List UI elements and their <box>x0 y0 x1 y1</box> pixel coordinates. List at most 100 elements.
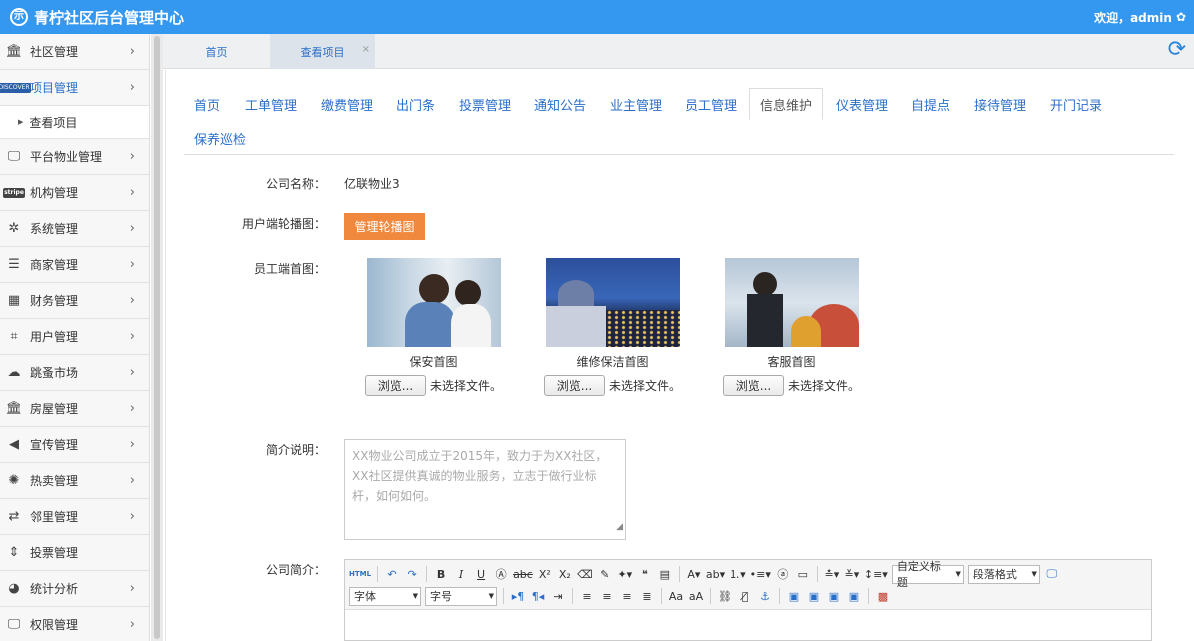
subnav-tab[interactable]: 开门记录 <box>1050 88 1102 120</box>
image-right-icon[interactable]: ▣ <box>806 587 822 605</box>
sidebar-item[interactable]: 🖵 权限管理 › <box>0 607 149 641</box>
underline-icon[interactable]: U <box>473 565 489 583</box>
line-height-icon[interactable]: ↕≡▾ <box>864 565 888 583</box>
link-icon[interactable]: ⛓ <box>717 587 733 605</box>
subnav-tab[interactable]: 自提点 <box>911 88 950 120</box>
clear-doc-icon[interactable]: ▭ <box>795 565 811 583</box>
file-picker: 浏览... 未选择文件。 <box>709 375 874 396</box>
paragraph-format-select[interactable]: 段落格式 ▼ <box>967 564 1040 584</box>
scrollbar-thumb[interactable] <box>154 36 160 639</box>
editor-toolbar: HTML ↶ ↷ B I U Ⓐ abc X² X₂ ⌫ ✎ ✦▾ ❝ ▤ A▾… <box>345 560 1151 610</box>
browse-button[interactable]: 浏览... <box>364 375 426 396</box>
sidebar-item[interactable]: stripe 机构管理 › <box>0 175 149 211</box>
browse-button[interactable]: 浏览... <box>722 375 784 396</box>
font-color-icon[interactable]: A▾ <box>686 565 702 583</box>
subnav-tab[interactable]: 业主管理 <box>610 88 662 120</box>
subnav-tab[interactable]: 出门条 <box>396 88 435 120</box>
insert-image-icon[interactable]: ▩ <box>875 587 891 605</box>
sidebar-item[interactable]: ⌗ 用户管理 › <box>0 319 149 355</box>
resize-handle-icon[interactable]: ◢ <box>616 517 623 537</box>
subnav-tab[interactable]: 首页 <box>194 88 220 120</box>
sidebar-item[interactable]: ✺ 热卖管理 › <box>0 463 149 499</box>
anchor-icon[interactable]: ⚓ <box>757 587 773 605</box>
sidebar-scrollbar[interactable] <box>151 34 163 641</box>
rtl-icon[interactable]: ¶◂ <box>530 587 546 605</box>
browse-button[interactable]: 浏览... <box>543 375 605 396</box>
sidebar-item[interactable]: ◕ 统计分析 › <box>0 571 149 607</box>
unordered-list-icon[interactable]: •≡▾ <box>750 565 771 583</box>
auto-format-icon[interactable]: ✦▾ <box>617 565 633 583</box>
uppercase-icon[interactable]: Aa <box>668 587 684 605</box>
redo-icon[interactable]: ↷ <box>404 565 420 583</box>
rich-text-editor[interactable]: HTML ↶ ↷ B I U Ⓐ abc X² X₂ ⌫ ✎ ✦▾ ❝ ▤ A▾… <box>344 559 1152 641</box>
intro-textarea[interactable]: XX物业公司成立于2015年，致力于为XX社区，XX社区提供真诚的物业服务，立志… <box>344 439 626 540</box>
image-caption: 保安首图 <box>409 355 458 369</box>
subscript-icon[interactable]: X₂ <box>557 565 573 583</box>
italic-icon[interactable]: I <box>453 565 469 583</box>
sidebar-item[interactable]: DISCOVER 项目管理 › <box>0 70 149 106</box>
align-center-icon[interactable]: ≡ <box>599 587 615 605</box>
background-color-icon[interactable]: ab▾ <box>706 565 725 583</box>
subnav-tab[interactable]: 通知公告 <box>534 88 586 120</box>
font-family-select[interactable]: 字体 ▼ <box>349 586 421 606</box>
font-border-icon[interactable]: Ⓐ <box>493 565 509 583</box>
strikethrough-icon[interactable]: abc <box>513 565 533 583</box>
subnav-tab[interactable]: 员工管理 <box>685 88 737 120</box>
align-right-icon[interactable]: ≡ <box>619 587 635 605</box>
subnav-tab[interactable]: 信息维护 <box>749 88 824 120</box>
subnav-tab[interactable]: 仪表管理 <box>836 88 888 120</box>
sidebar-item[interactable]: ⇄ 邻里管理 › <box>0 499 149 535</box>
row-spacing-bottom-icon[interactable]: ≚▾ <box>844 565 860 583</box>
page-tab-home[interactable]: 首页 <box>163 34 270 69</box>
sidebar-item[interactable]: 🖵 平台物业管理 › <box>0 139 149 175</box>
subnav-tab[interactable]: 缴费管理 <box>321 88 373 120</box>
sidebar-item[interactable]: ⇕ 投票管理 <box>0 535 149 571</box>
undo-icon[interactable]: ↶ <box>384 565 400 583</box>
sidebar-item[interactable]: ▦ 财务管理 › <box>0 283 149 319</box>
page-tab-view-project[interactable]: 查看项目 × <box>270 34 375 69</box>
sidebar-item[interactable]: ☁ 跳蚤市场 › <box>0 355 149 391</box>
company-name-value: 亿联物业3 <box>344 177 400 191</box>
font-size-select[interactable]: 字号 ▼ <box>425 586 497 606</box>
bold-icon[interactable]: B <box>433 565 449 583</box>
image-left-icon[interactable]: ▣ <box>786 587 802 605</box>
indent-icon[interactable]: ⇥ <box>550 587 566 605</box>
close-icon[interactable]: × <box>362 44 370 55</box>
gear-icon[interactable]: ✿ <box>1176 10 1186 24</box>
blockquote-icon[interactable]: ❝ <box>637 565 653 583</box>
subnav-tab[interactable]: 保养巡检 <box>194 122 246 154</box>
lowercase-icon[interactable]: aA <box>688 587 704 605</box>
sidebar-item[interactable]: 🏛 社区管理 › <box>0 34 149 70</box>
volume-icon: ◀ <box>9 437 19 452</box>
row-spacing-top-icon[interactable]: ≛▾ <box>824 565 840 583</box>
sidebar-item[interactable]: ✲ 系统管理 › <box>0 211 149 247</box>
welcome-area[interactable]: 欢迎，admin ✿ <box>1094 9 1186 26</box>
ltr-icon[interactable]: ▸¶ <box>510 587 526 605</box>
sidebar-item[interactable]: 🏛 房屋管理 › <box>0 391 149 427</box>
html-source-button[interactable]: HTML <box>349 565 371 583</box>
security-image-card: 保安首图 浏览... 未选择文件。 <box>351 258 516 396</box>
manage-carousel-button[interactable]: 管理轮播图 <box>344 213 425 240</box>
refresh-icon[interactable]: ⟳ <box>1168 39 1186 61</box>
calculator-icon: ▦ <box>7 293 21 308</box>
unlink-icon[interactable]: ⛓̸ <box>737 587 753 605</box>
subnav-tab[interactable]: 工单管理 <box>245 88 297 120</box>
paste-plain-icon[interactable]: ▤ <box>657 565 673 583</box>
superscript-icon[interactable]: X² <box>537 565 553 583</box>
sidebar-subitem-view-project[interactable]: ▶ 查看项目 <box>0 106 149 139</box>
format-brush-icon[interactable]: ✎ <box>597 565 613 583</box>
image-none-icon[interactable]: ▣ <box>826 587 842 605</box>
align-left-icon[interactable]: ≡ <box>579 587 595 605</box>
select-all-icon[interactable]: ⓐ <box>775 565 791 583</box>
custom-title-select[interactable]: 自定义标题 ▼ <box>891 560 964 589</box>
subnav-tab[interactable]: 接待管理 <box>974 88 1026 120</box>
align-justify-icon[interactable]: ≣ <box>639 587 655 605</box>
image-center-icon[interactable]: ▣ <box>846 587 862 605</box>
sidebar-item[interactable]: ☰ 商家管理 › <box>0 247 149 283</box>
sidebar-subitem-label: 查看项目 <box>29 115 78 130</box>
eraser-icon[interactable]: ⌫ <box>577 565 593 583</box>
subnav-tab[interactable]: 投票管理 <box>459 88 511 120</box>
preview-icon[interactable]: 🖵 <box>1044 565 1060 583</box>
ordered-list-icon[interactable]: ⒈▾ <box>729 565 746 583</box>
sidebar-item[interactable]: ◀ 宣传管理 › <box>0 427 149 463</box>
